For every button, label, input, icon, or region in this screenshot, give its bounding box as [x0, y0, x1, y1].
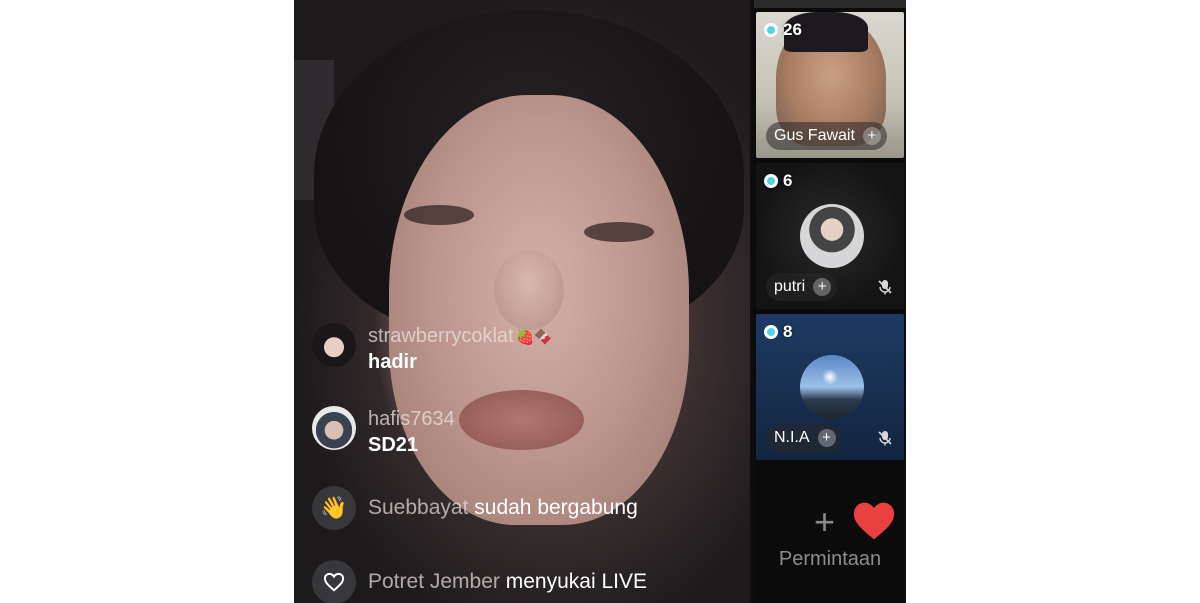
follow-plus-icon[interactable]: + [813, 278, 832, 296]
mic-muted-icon [878, 280, 892, 295]
event-action: menyukai LIVE [505, 570, 647, 593]
viewer-count: 26 [764, 18, 802, 42]
avatar[interactable] [312, 406, 356, 450]
guest-name-badge[interactable]: N.I.A + [766, 424, 842, 452]
host-eye-right [584, 222, 654, 242]
guest-column: 26 Gus Fawait + 6 putri + 8 N.I.A + + Pe… [754, 0, 906, 603]
guest-tile[interactable]: 6 putri + [756, 163, 904, 309]
guest-name-badge[interactable]: Gus Fawait + [766, 122, 887, 150]
request-label: Permintaan [778, 548, 882, 570]
like-event: Potret Jember menyukai LIVE [312, 560, 750, 603]
viewer-dot-icon [764, 23, 778, 37]
guest-tile[interactable]: 8 N.I.A + [756, 314, 904, 460]
event-username[interactable]: Suebbayat [368, 496, 468, 519]
chat-username[interactable]: hafis7634 [368, 408, 455, 431]
event-username[interactable]: Potret Jember [368, 570, 500, 593]
chat-text: SD21 [368, 434, 419, 456]
avatar[interactable] [312, 323, 356, 367]
guest-tile[interactable]: 26 Gus Fawait + [756, 12, 904, 158]
host-eye-left [404, 205, 474, 225]
viewer-count: 8 [764, 320, 792, 344]
viewer-dot-icon [764, 325, 778, 339]
join-event: 👋 Suebbayat sudah bergabung [312, 486, 750, 530]
guest-name: N.I.A [774, 429, 810, 446]
request-button[interactable]: + Permintaan [756, 468, 904, 603]
wave-icon: 👋 [312, 486, 356, 530]
heart-icon [853, 502, 895, 540]
chat-username[interactable]: strawberrycoklat 🍓🍫 [368, 325, 553, 348]
live-stream-view: strawberrycoklat 🍓🍫 hadir hafis7634 SD21 … [294, 0, 906, 603]
event-action: sudah bergabung [474, 496, 638, 519]
chat-text: hadir [368, 351, 417, 373]
viewer-dot-icon [764, 174, 778, 188]
mic-muted-icon [878, 431, 892, 446]
follow-plus-icon[interactable]: + [862, 127, 881, 145]
host-mouth [459, 390, 584, 450]
guest-name: Gus Fawait [774, 127, 855, 144]
guest-name: putri [774, 278, 806, 295]
guest-avatar [800, 355, 864, 419]
chat-username-emoji: 🍓🍫 [515, 329, 553, 346]
guest-name-badge[interactable]: putri + [766, 273, 838, 301]
host-nose [494, 250, 564, 330]
plus-icon: + [814, 501, 836, 542]
guest-avatar [800, 204, 864, 268]
host-video[interactable]: strawberrycoklat 🍓🍫 hadir hafis7634 SD21 … [294, 0, 750, 603]
follow-plus-icon[interactable]: + [817, 429, 836, 447]
viewer-count: 6 [764, 169, 792, 193]
column-top-edge [754, 0, 906, 8]
heart-outline-icon [312, 560, 356, 603]
